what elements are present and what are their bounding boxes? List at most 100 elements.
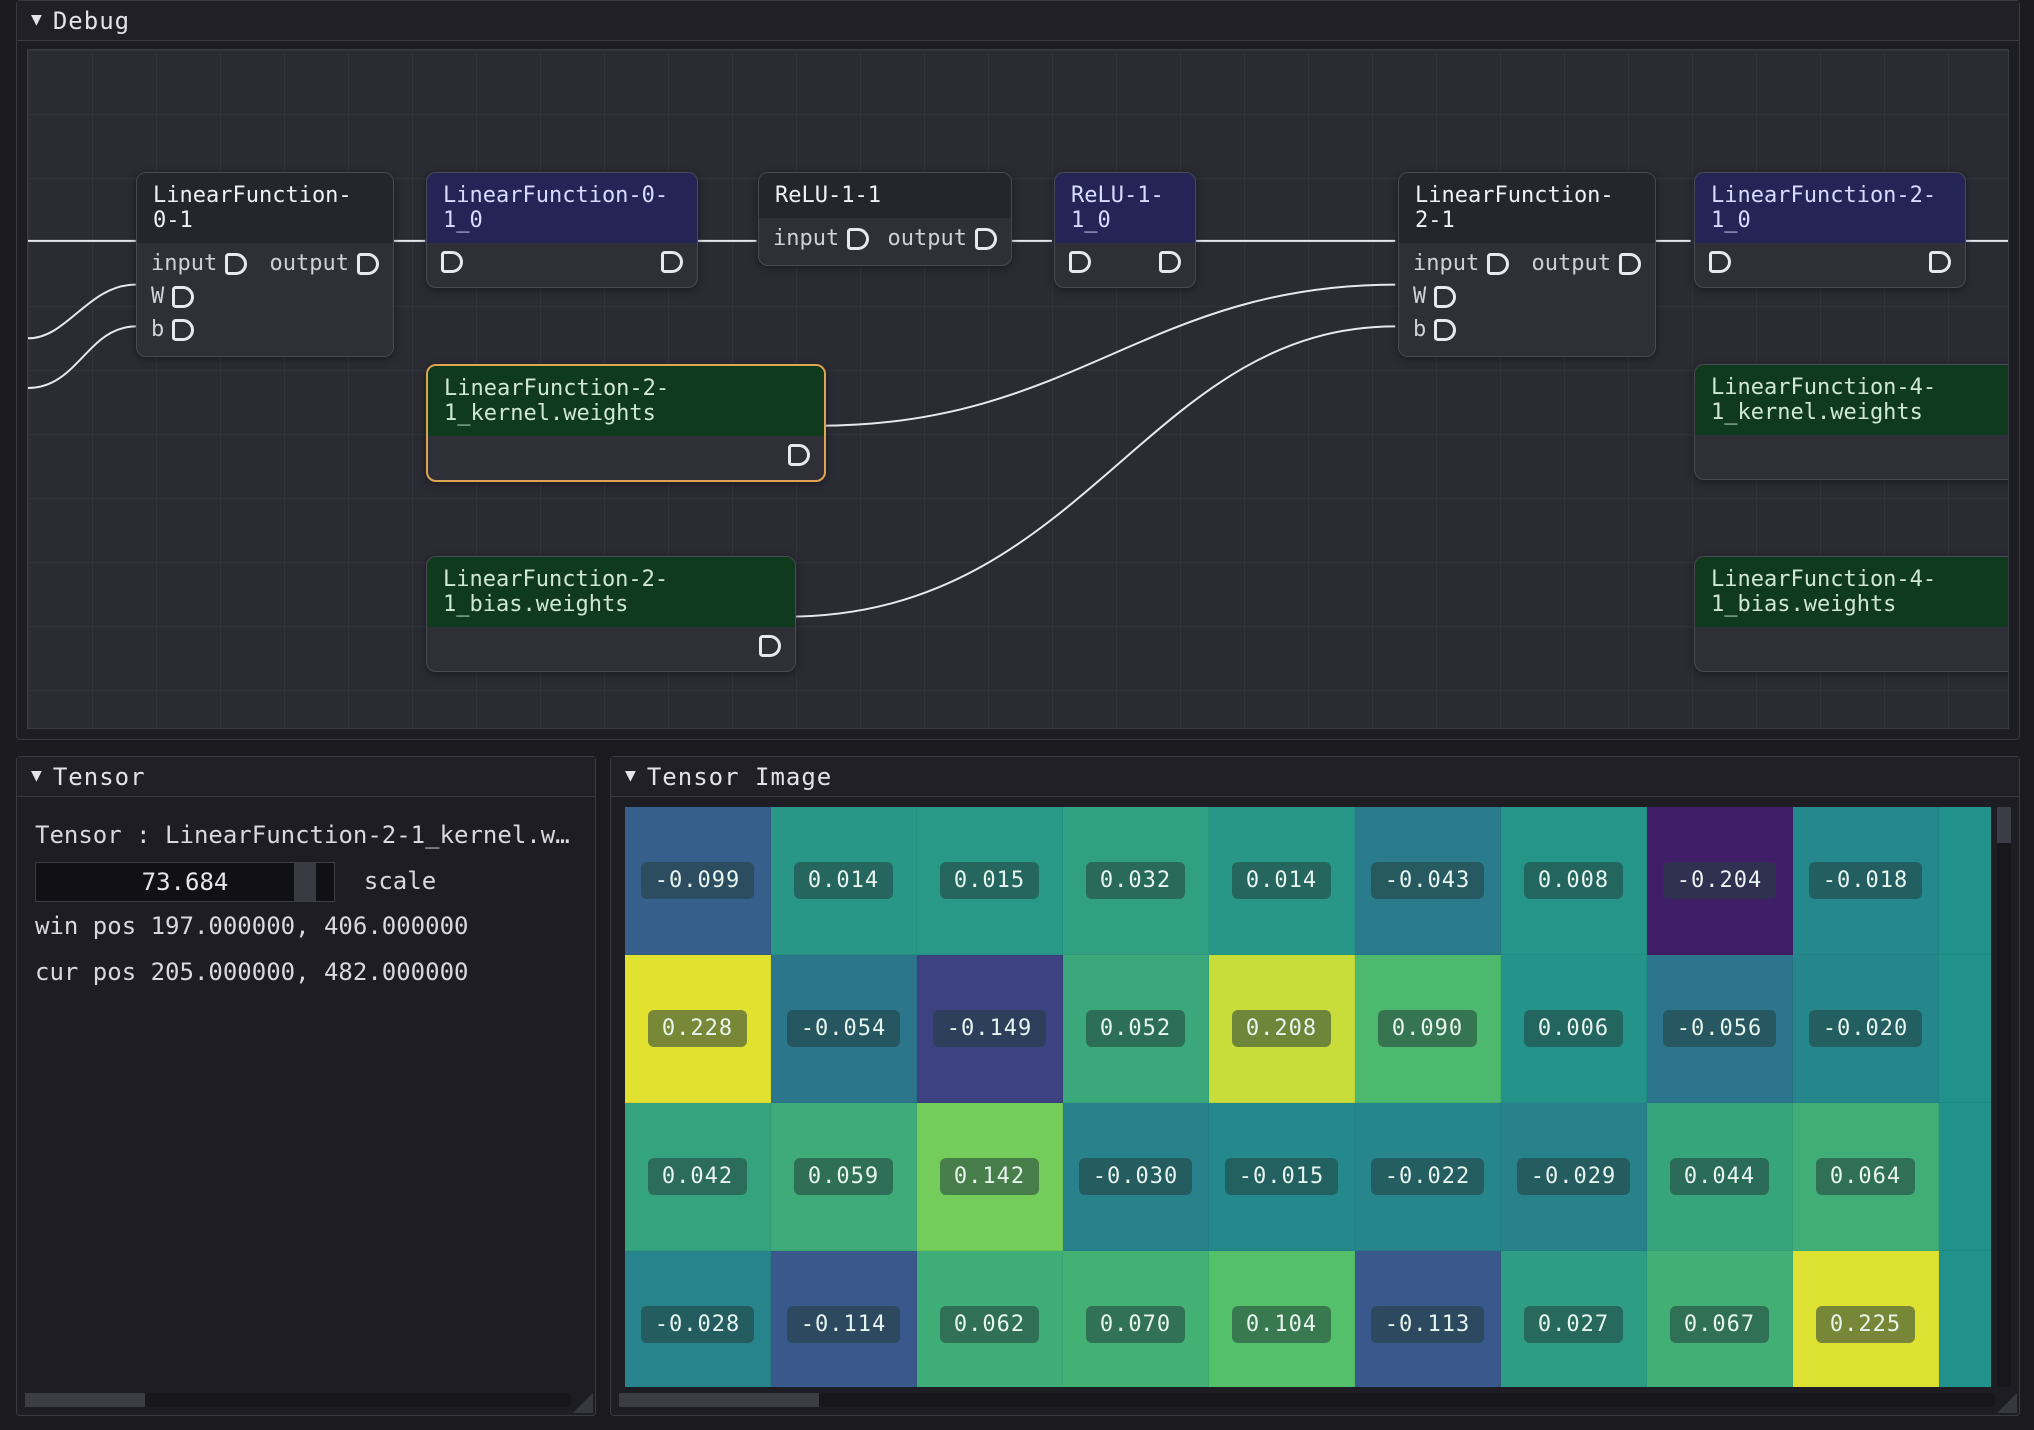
port-input[interactable]: input: [773, 226, 869, 251]
heatmap-cell[interactable]: 0.090: [1355, 955, 1501, 1103]
scrollbar-horizontal[interactable]: [619, 1393, 1995, 1407]
heatmap-cell[interactable]: -0.099: [625, 807, 771, 955]
heatmap-cell[interactable]: [1939, 1103, 1991, 1251]
port-out[interactable]: [661, 251, 683, 273]
node-lf21-kernel-weights[interactable]: LinearFunction-2-1_kernel.weights: [426, 364, 826, 482]
tensor-image-panel: ▼ Tensor Image -0.0990.0140.0150.0320.01…: [610, 756, 2020, 1416]
heatmap-cell[interactable]: -0.022: [1355, 1103, 1501, 1251]
resize-grip-icon[interactable]: [1997, 1393, 2017, 1413]
port-out[interactable]: [759, 635, 781, 657]
collapse-icon[interactable]: ▼: [31, 765, 43, 786]
heatmap-cell[interactable]: -0.113: [1355, 1251, 1501, 1387]
heatmap-cell[interactable]: 0.064: [1793, 1103, 1939, 1251]
port-icon: [1709, 251, 1731, 273]
scale-input[interactable]: 73.684: [35, 862, 335, 902]
port-in[interactable]: [1069, 251, 1091, 273]
tensor-panel-header[interactable]: ▼ Tensor: [17, 757, 595, 797]
heatmap-cell[interactable]: 0.042: [625, 1103, 771, 1251]
heatmap-cell[interactable]: -0.043: [1355, 807, 1501, 955]
heatmap-value: 0.090: [1378, 1010, 1477, 1047]
heatmap-viewport[interactable]: -0.0990.0140.0150.0320.014-0.0430.008-0.…: [625, 807, 1991, 1387]
scrollbar-thumb[interactable]: [619, 1393, 819, 1407]
heatmap-cell[interactable]: 0.208: [1209, 955, 1355, 1103]
scale-knob[interactable]: [294, 863, 316, 901]
heatmap-cell[interactable]: 0.052: [1063, 955, 1209, 1103]
heatmap-value: -0.020: [1809, 1010, 1922, 1047]
heatmap-cell[interactable]: 0.027: [1501, 1251, 1647, 1387]
port-icon: [1487, 253, 1509, 275]
heatmap-cell[interactable]: [1939, 955, 1991, 1103]
heatmap-cell[interactable]: -0.056: [1647, 955, 1793, 1103]
heatmap-value: 0.228: [648, 1010, 747, 1047]
node-relu-1-1-0[interactable]: ReLU-1-1_0: [1054, 172, 1196, 288]
heatmap-value: 0.014: [794, 862, 893, 899]
port-output[interactable]: output: [888, 226, 997, 251]
heatmap-cell[interactable]: 0.142: [917, 1103, 1063, 1251]
heatmap-value: -0.056: [1663, 1010, 1776, 1047]
heatmap-cell[interactable]: [1939, 1251, 1991, 1387]
heatmap-cell[interactable]: -0.020: [1793, 955, 1939, 1103]
heatmap-cell[interactable]: -0.029: [1501, 1103, 1647, 1251]
debug-panel-header[interactable]: ▼ Debug: [17, 1, 2019, 41]
heatmap-cell[interactable]: 0.014: [771, 807, 917, 955]
heatmap-cell[interactable]: -0.054: [771, 955, 917, 1103]
port-input[interactable]: input: [151, 251, 247, 276]
scrollbar-thumb[interactable]: [1997, 807, 2011, 843]
tensor-image-panel-header[interactable]: ▼ Tensor Image: [611, 757, 2019, 797]
port-out[interactable]: [788, 444, 810, 466]
port-output[interactable]: output: [270, 251, 379, 276]
node-lf41-bias-weights[interactable]: LinearFunction-4-1_bias.weights: [1694, 556, 2009, 672]
heatmap-cell[interactable]: 0.104: [1209, 1251, 1355, 1387]
heatmap-cell[interactable]: -0.030: [1063, 1103, 1209, 1251]
heatmap-cell[interactable]: 0.062: [917, 1251, 1063, 1387]
port-w[interactable]: W: [1413, 284, 1456, 309]
node-relu-1-1[interactable]: ReLU-1-1 input output: [758, 172, 1012, 266]
heatmap-cell[interactable]: 0.006: [1501, 955, 1647, 1103]
heatmap-cell[interactable]: 0.014: [1209, 807, 1355, 955]
heatmap-cell[interactable]: 0.032: [1063, 807, 1209, 955]
port-out[interactable]: [1929, 251, 1951, 273]
port-w[interactable]: W: [151, 284, 194, 309]
heatmap-cell[interactable]: 0.059: [771, 1103, 917, 1251]
graph-canvas[interactable]: LinearFunction-0-1 input output W b Line…: [27, 49, 2009, 729]
port-input[interactable]: input: [1413, 251, 1509, 276]
heatmap-cell[interactable]: 0.015: [917, 807, 1063, 955]
port-in[interactable]: [1709, 251, 1731, 273]
heatmap-value: -0.022: [1371, 1158, 1484, 1195]
node-lf21-bias-weights[interactable]: LinearFunction-2-1_bias.weights: [426, 556, 796, 672]
collapse-icon[interactable]: ▼: [625, 765, 637, 786]
debug-panel: ▼ Debug LinearFunction: [16, 0, 2020, 740]
heatmap-cell[interactable]: 0.067: [1647, 1251, 1793, 1387]
heatmap-cell[interactable]: 0.008: [1501, 807, 1647, 955]
heatmap-cell[interactable]: [1939, 807, 1991, 955]
port-b[interactable]: b: [1413, 317, 1456, 342]
collapse-icon[interactable]: ▼: [31, 9, 43, 30]
heatmap-cell[interactable]: -0.018: [1793, 807, 1939, 955]
heatmap-value: -0.099: [641, 862, 754, 899]
heatmap-cell[interactable]: 0.225: [1793, 1251, 1939, 1387]
heatmap-cell[interactable]: 0.228: [625, 955, 771, 1103]
tensor-image-title: Tensor Image: [647, 763, 832, 791]
port-output[interactable]: output: [1532, 251, 1641, 276]
heatmap-cell[interactable]: 0.070: [1063, 1251, 1209, 1387]
node-linearfunction-2-1[interactable]: LinearFunction-2-1 input output W b: [1398, 172, 1656, 357]
port-in[interactable]: [441, 251, 463, 273]
scrollbar-horizontal[interactable]: [25, 1393, 571, 1407]
port-icon: [172, 286, 194, 308]
node-linearfunction-0-1[interactable]: LinearFunction-0-1 input output W b: [136, 172, 394, 357]
node-linearfunction-0-1-0[interactable]: LinearFunction-0-1_0: [426, 172, 698, 288]
heatmap-cell[interactable]: 0.044: [1647, 1103, 1793, 1251]
resize-grip-icon[interactable]: [573, 1393, 593, 1413]
heatmap-cell[interactable]: -0.028: [625, 1251, 771, 1387]
heatmap-cell[interactable]: -0.204: [1647, 807, 1793, 955]
node-linearfunction-2-1-0[interactable]: LinearFunction-2-1_0: [1694, 172, 1966, 288]
port-out[interactable]: [1159, 251, 1181, 273]
scrollbar-vertical[interactable]: [1997, 807, 2011, 1387]
heatmap-cell[interactable]: -0.149: [917, 955, 1063, 1103]
node-lf41-kernel-weights[interactable]: LinearFunction-4-1_kernel.weights: [1694, 364, 2009, 480]
port-b[interactable]: b: [151, 317, 194, 342]
heatmap-cell[interactable]: -0.015: [1209, 1103, 1355, 1251]
scrollbar-thumb[interactable]: [25, 1393, 145, 1407]
port-icon: [1159, 251, 1181, 273]
heatmap-cell[interactable]: -0.114: [771, 1251, 917, 1387]
